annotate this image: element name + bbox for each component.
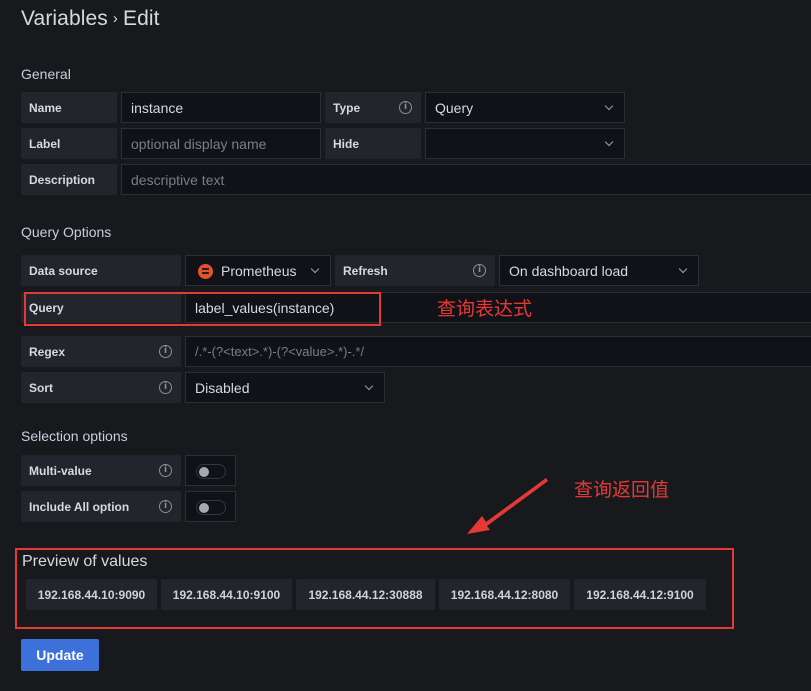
breadcrumb-separator: › [112, 10, 118, 27]
sort-label: Sort i [21, 372, 181, 403]
label-input[interactable]: optional display name [121, 128, 321, 159]
include-all-label: Include All option i [21, 491, 181, 522]
hide-select[interactable] [425, 128, 625, 159]
arrow-shape [467, 478, 548, 534]
name-label-text: Name [29, 100, 62, 115]
multi-value-label-text: Multi-value [29, 463, 92, 478]
preview-value-chip: 192.168.44.12:30888 [296, 579, 435, 610]
preview-value-chip: 192.168.44.10:9090 [26, 579, 157, 610]
description-input-placeholder: descriptive text [131, 171, 225, 188]
name-input[interactable]: instance [121, 92, 321, 123]
include-all-toggle[interactable] [196, 500, 226, 515]
data-source-select[interactable]: Prometheus [185, 255, 331, 286]
label-label: Label [21, 128, 117, 159]
breadcrumb-variables[interactable]: Variables [21, 7, 108, 30]
multi-value-toggle[interactable] [196, 464, 226, 479]
type-label: Type i [325, 92, 421, 123]
data-source-label-text: Data source [29, 263, 98, 278]
prometheus-icon [198, 264, 213, 279]
multi-value-toggle-container [185, 455, 236, 486]
query-annotation: 查询表达式 [437, 298, 533, 320]
breadcrumb-edit: Edit [123, 7, 160, 30]
info-icon[interactable]: i [473, 264, 486, 277]
toggle-knob [199, 503, 209, 513]
preview-value-chip: 192.168.44.12:8080 [439, 579, 570, 610]
preview-heading: Preview of values [22, 553, 148, 570]
info-icon[interactable]: i [159, 381, 172, 394]
preview-value-chip: 192.168.44.12:9100 [574, 579, 706, 610]
description-label: Description [21, 164, 117, 195]
info-icon[interactable]: i [159, 500, 172, 513]
include-all-label-text: Include All option [29, 499, 130, 514]
query-highlight-box [24, 292, 381, 326]
regex-label: Regex i [21, 336, 181, 367]
update-button[interactable]: Update [21, 639, 99, 671]
sort-select-value: Disabled [195, 379, 250, 396]
data-source-value: Prometheus [221, 262, 297, 279]
name-label: Name [21, 92, 117, 123]
description-input[interactable]: descriptive text [121, 164, 811, 195]
query-options-heading: Query Options [21, 224, 112, 240]
regex-input-placeholder: /.*-(?<text>.*)-(?<value>.*)-.*/ [195, 344, 365, 359]
preview-value-chip: 192.168.44.10:9100 [161, 579, 292, 610]
chevron-down-icon [604, 101, 614, 111]
refresh-label: Refresh i [335, 255, 495, 286]
hide-label: Hide [325, 128, 421, 159]
info-icon[interactable]: i [159, 345, 172, 358]
info-icon[interactable]: i [399, 101, 412, 114]
type-select[interactable]: Query [425, 92, 625, 123]
hide-label-text: Hide [333, 136, 360, 151]
refresh-select[interactable]: On dashboard load [499, 255, 699, 286]
chevron-down-icon [310, 264, 320, 274]
multi-value-label: Multi-value i [21, 455, 181, 486]
chevron-down-icon [364, 381, 374, 391]
sort-label-text: Sort [29, 380, 53, 395]
annotation-arrow-icon [467, 478, 548, 534]
label-label-text: Label [29, 136, 61, 151]
refresh-select-value: On dashboard load [509, 262, 629, 279]
type-select-value: Query [435, 99, 474, 116]
info-icon[interactable]: i [159, 464, 172, 477]
chevron-down-icon [604, 137, 614, 147]
toggle-knob [199, 467, 209, 477]
general-heading: General [21, 66, 71, 82]
sort-select[interactable]: Disabled [185, 372, 385, 403]
selection-options-heading: Selection options [21, 428, 128, 444]
regex-input[interactable]: /.*-(?<text>.*)-(?<value>.*)-.*/ [185, 336, 811, 367]
page-title: Variables › Edit [21, 7, 160, 31]
chevron-down-icon [678, 264, 688, 274]
description-label-text: Description [29, 172, 96, 187]
label-input-placeholder: optional display name [131, 135, 267, 152]
refresh-label-text: Refresh [343, 263, 388, 278]
type-label-text: Type [333, 100, 361, 115]
name-input-value: instance [131, 99, 184, 116]
include-all-toggle-container [185, 491, 236, 522]
data-source-label: Data source [21, 255, 181, 286]
regex-label-text: Regex [29, 344, 66, 359]
preview-annotation: 查询返回值 [574, 479, 670, 501]
